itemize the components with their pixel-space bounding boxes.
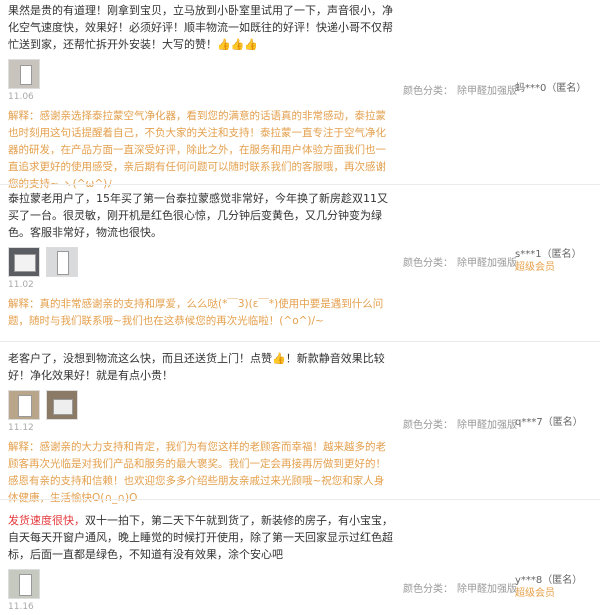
sku-info: 颜色分类： 除甲醛加强版	[403, 82, 517, 97]
reply-text: 感谢亲选择泰拉蒙空气净化器，看到您的满意的话语真的非常感动，泰拉蒙也时刻用这句话…	[8, 110, 386, 190]
review-content: 老客户了，没想到物流这么快，而且还送货上门！点赞👍！新款静音效果比较好！净化效果…	[8, 350, 393, 507]
reviewer: s***1（匿名） 超级会员	[515, 248, 582, 274]
member-badge: 超级会员	[515, 262, 555, 273]
sku-info: 颜色分类： 除甲醛加强版	[403, 416, 517, 431]
sku-value: 除甲醛加强版	[457, 584, 517, 595]
sku-info: 颜色分类： 除甲醛加强版	[403, 254, 517, 269]
reply-label: 解释：	[8, 298, 40, 310]
reply-text: 感谢亲的大力支持和肯定，我们为有您这样的老顾客而幸福！越来越多的老顾客再次光临是…	[8, 441, 386, 504]
review-text: 泰拉蒙老用户了，15年买了第一台泰拉蒙感觉非常好，今年换了新房趁双11又买了一台…	[8, 192, 388, 239]
sku-info: 颜色分类： 除甲醛加强版	[403, 580, 517, 595]
sku-value: 除甲醛加强版	[457, 86, 517, 97]
review-item: 果然是贵的有道理！刚拿到宝贝，立马放到小卧室里试用了一下，声音很小，净化空气速度…	[0, 2, 600, 190]
reply-label: 解释：	[8, 110, 40, 122]
review-item: 老客户了，没想到物流这么快，而且还送货上门！点赞👍！新款静音效果比较好！净化效果…	[0, 350, 600, 504]
review-photo[interactable]	[8, 59, 40, 89]
reply-label: 解释：	[8, 441, 40, 453]
review-text: 果然是贵的有道理！刚拿到宝贝，立马放到小卧室里试用了一下，声音很小，净化空气速度…	[8, 4, 393, 51]
seller-reply: 解释：感谢亲选择泰拉蒙空气净化器，看到您的满意的话语真的非常感动，泰拉蒙也时刻用…	[8, 108, 393, 193]
reviewer: y***8（匿名） 超级会员	[515, 574, 582, 600]
review-date: 11.12	[8, 423, 34, 433]
reply-text: 真的非常感谢亲的支持和厚爱，么么哒(*￣3)(ε￣*)使用中要是遇到什么问题，随…	[8, 298, 384, 327]
seller-reply: 解释：真的非常感谢亲的支持和厚爱，么么哒(*￣3)(ε￣*)使用中要是遇到什么问…	[8, 296, 393, 330]
sku-value: 除甲醛加强版	[457, 420, 517, 431]
review-photos	[8, 390, 393, 420]
review-tag: 发货速度很快，	[8, 514, 85, 527]
sku-key: 颜色分类：	[403, 86, 453, 97]
reviewer-name: q***7（匿名）	[515, 417, 583, 428]
sku-key: 颜色分类：	[403, 584, 453, 595]
member-badge: 超级会员	[515, 588, 555, 599]
review-photo[interactable]	[46, 390, 78, 420]
review-photo[interactable]	[8, 247, 40, 277]
review-photo[interactable]	[8, 569, 40, 599]
review-text: 老客户了，没想到物流这么快，而且还送货上门！点赞👍！新款静音效果比较好！净化效果…	[8, 352, 385, 382]
divider	[0, 184, 600, 185]
review-item: 发货速度很快，双十一拍下，第二天下午就到货了，新装修的房子，有小宝宝，自天每天开…	[0, 512, 600, 615]
review-content: 果然是贵的有道理！刚拿到宝贝，立马放到小卧室里试用了一下，声音很小，净化空气速度…	[8, 2, 393, 193]
reviewer: q***7（匿名）	[515, 416, 583, 429]
review-photos	[8, 569, 393, 599]
review-photos	[8, 59, 393, 89]
reviewer-name: y***8（匿名）	[515, 575, 583, 586]
review-text: 发货速度很快，双十一拍下，第二天下午就到货了，新装修的房子，有小宝宝，自天每天开…	[8, 512, 393, 563]
sku-value: 除甲醛加强版	[457, 258, 517, 269]
sku-key: 颜色分类：	[403, 420, 453, 431]
review-content: 泰拉蒙老用户了，15年买了第一台泰拉蒙感觉非常好，今年换了新房趁双11又买了一台…	[8, 190, 393, 330]
reviewer-name: s***1（匿名）	[515, 249, 582, 260]
review-date: 11.16	[8, 602, 34, 612]
review-photo[interactable]	[46, 247, 78, 277]
reviewer: 蚂***0（匿名）	[515, 82, 586, 95]
review-content: 发货速度很快，双十一拍下，第二天下午就到货了，新装修的房子，有小宝宝，自天每天开…	[8, 512, 393, 612]
seller-reply: 解释：感谢亲的大力支持和肯定，我们为有您这样的老顾客而幸福！越来越多的老顾客再次…	[8, 439, 393, 507]
review-photos	[8, 247, 393, 277]
divider	[0, 499, 600, 500]
review-photo[interactable]	[8, 390, 40, 420]
review-date: 11.06	[8, 92, 34, 102]
review-item: 泰拉蒙老用户了，15年买了第一台泰拉蒙感觉非常好，今年换了新房趁双11又买了一台…	[0, 190, 600, 340]
sku-key: 颜色分类：	[403, 258, 453, 269]
reviewer-name: 蚂***0（匿名）	[515, 83, 587, 94]
review-date: 11.02	[8, 280, 34, 290]
divider	[0, 341, 600, 342]
